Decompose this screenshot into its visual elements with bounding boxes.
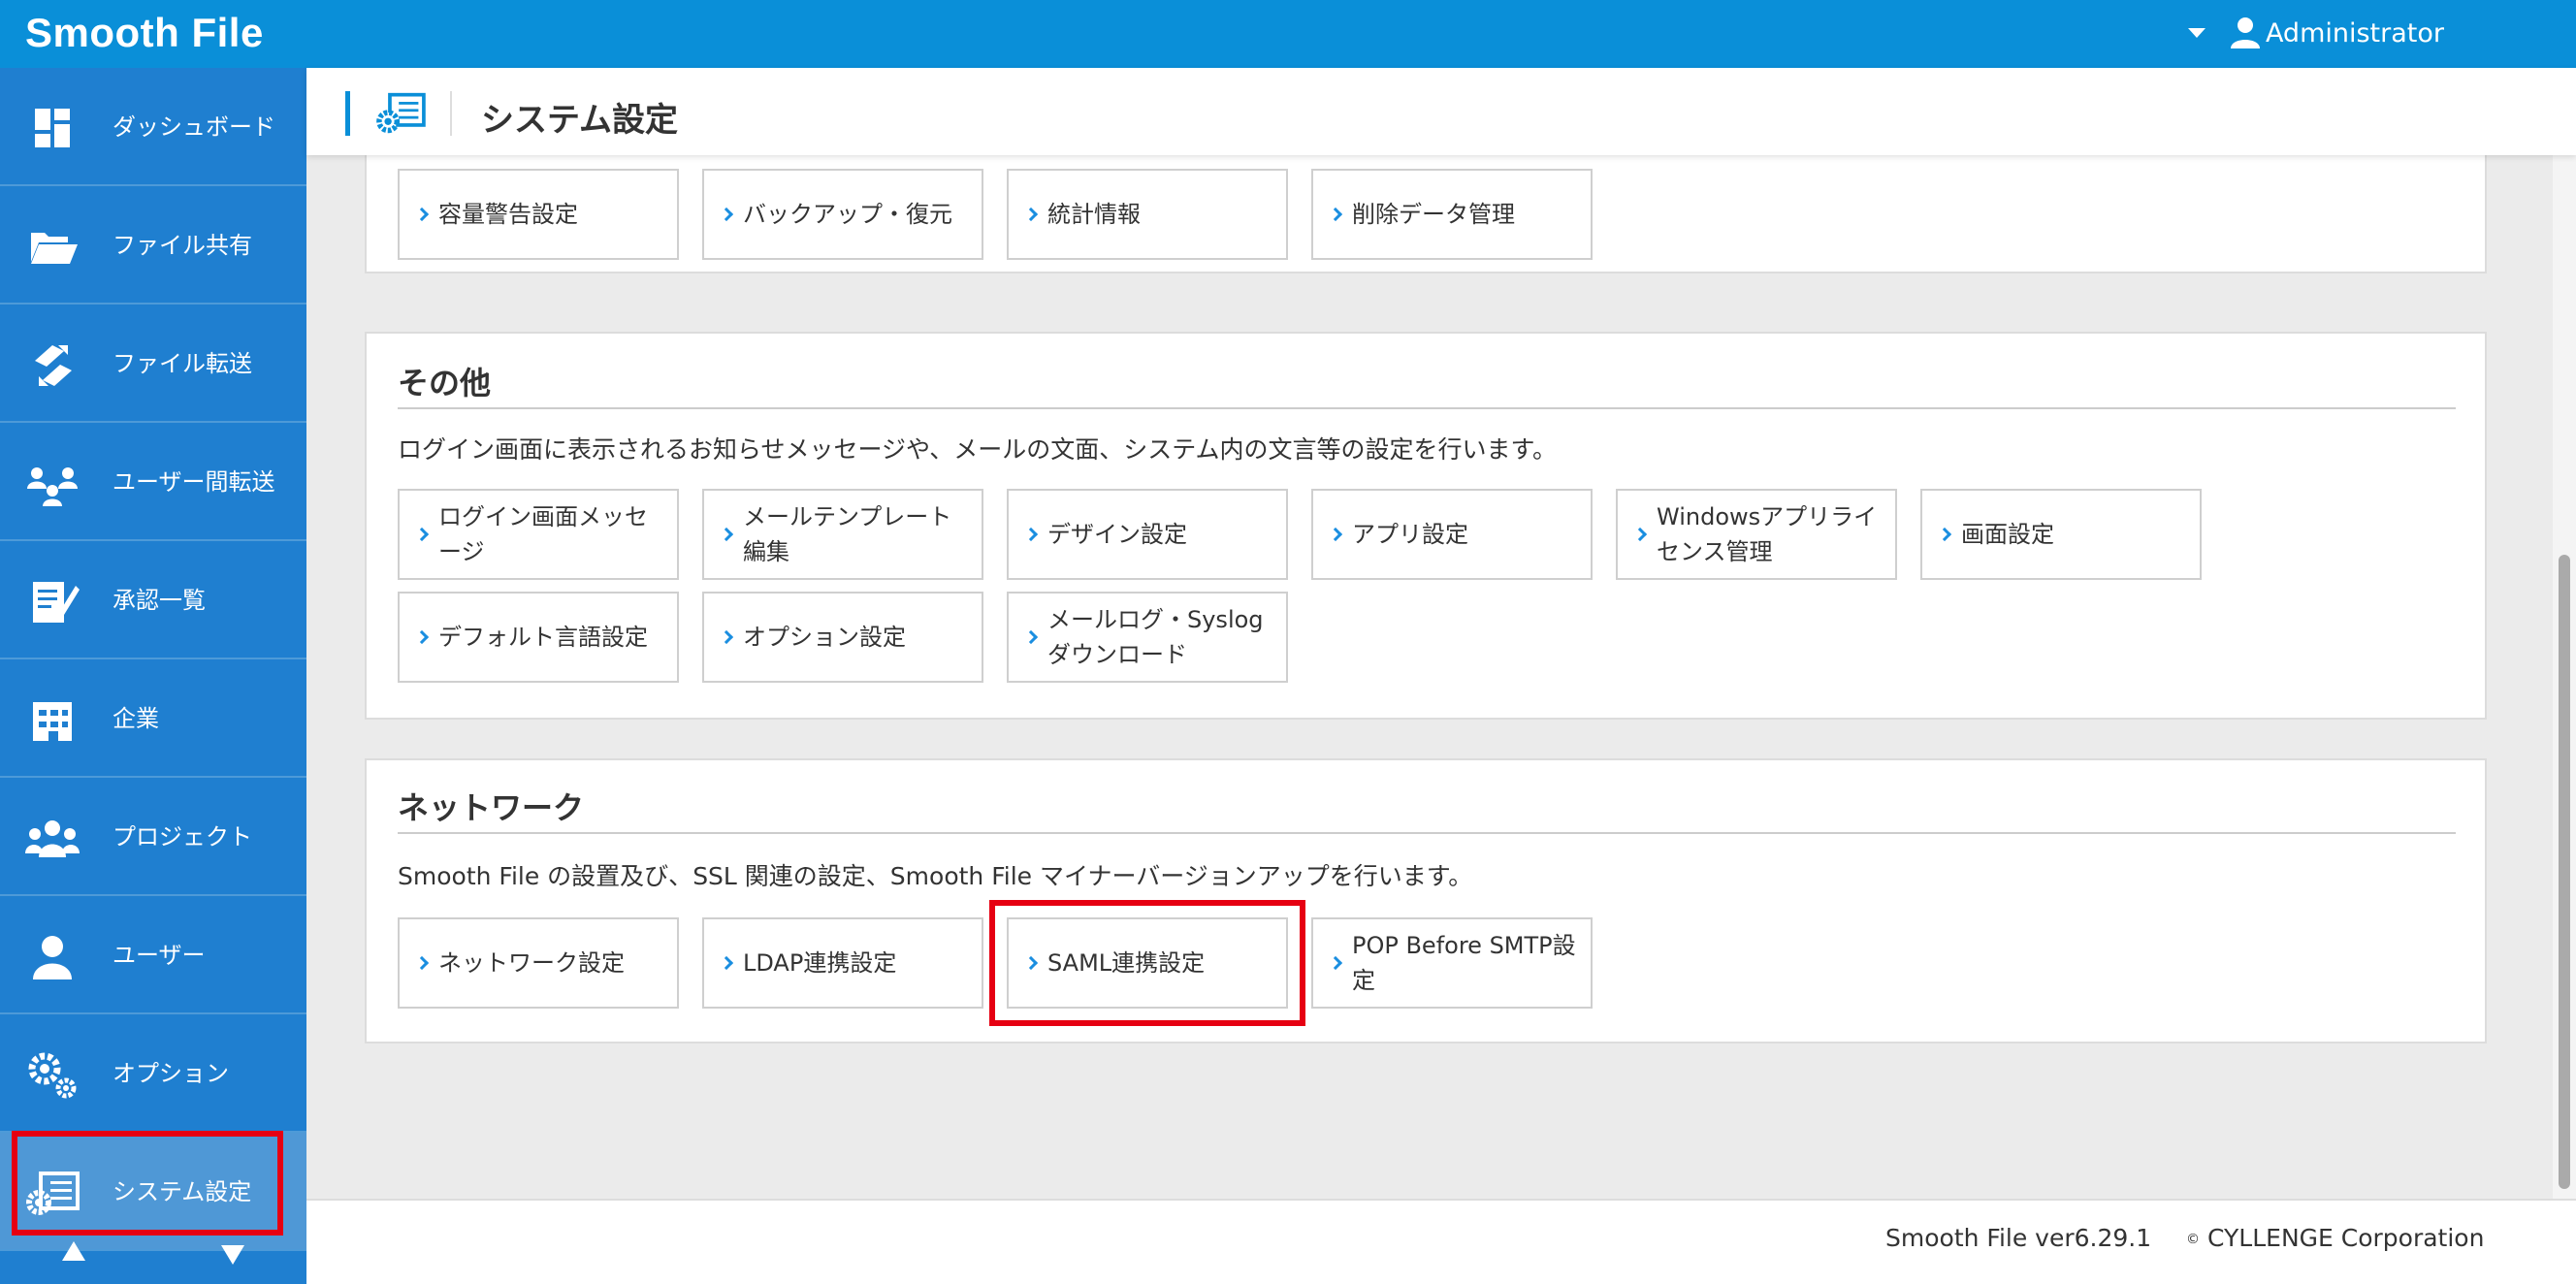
tile-design-settings[interactable]: デザイン設定 [1007,489,1288,580]
sidebar-item-label: 承認一覧 [113,587,206,614]
tile-default-language[interactable]: デフォルト言語設定 [398,592,679,683]
chevron-right-icon [1328,955,1343,971]
sidebar-item-label: ファイル転送 [113,350,252,377]
chevron-right-icon [414,207,430,222]
sidebar-scroll-down-icon[interactable] [221,1245,244,1265]
sidebar-item-option[interactable]: オプション [0,1014,306,1133]
chevron-right-icon [719,207,734,222]
chevron-right-icon [1328,207,1343,222]
sidebar-item-user-transfer[interactable]: ユーザー間転送 [0,423,306,541]
sidebar-item-file-transfer[interactable]: ファイル転送 [0,305,306,423]
sidebar-item-approval-list[interactable]: 承認一覧 [0,541,306,659]
tile-screen-settings[interactable]: 画面設定 [1920,489,2202,580]
chevron-right-icon [719,955,734,971]
copyright-holder: CYLLENGE Corporation [2207,1224,2485,1252]
page-title: システム設定 [481,101,678,140]
sidebar-item-label: ファイル共有 [113,232,252,259]
sidebar-item-label: プロジェクト [113,823,252,851]
footer: Smooth File ver6.29.1 © CYLLENGE Corporat… [306,1199,2576,1284]
section-description: Smooth File の設置及び、SSL 関連の設定、Smooth File … [398,862,1473,890]
chevron-right-icon [414,955,430,971]
caret-down-icon[interactable] [2187,28,2206,38]
chevron-right-icon [1023,527,1039,542]
user-icon [33,936,72,979]
page-header: システム設定 [306,68,2576,155]
tile-login-message[interactable]: ログイン画面メッセージ [398,489,679,580]
copyright-symbol: © [2186,1232,2200,1247]
copyright-text: © CYLLENGE Corporation [2186,1224,2484,1252]
tile-capacity-warning[interactable]: 容量警告設定 [398,169,679,260]
sidebar: ダッシュボード ファイル共有 ファイル転送 ユーザー間転送 承認一覧 企業 プロ… [0,68,306,1284]
gears-icon [28,1052,77,1099]
scrollbar-thumb[interactable] [2559,555,2570,1189]
section-divider [398,407,2456,409]
sidebar-item-label: オプション [113,1060,229,1087]
sidebar-item-company[interactable]: 企業 [0,659,306,778]
chevron-right-icon [414,629,430,645]
app-logo[interactable]: Smooth File [25,10,264,56]
tile-network-settings[interactable]: ネットワーク設定 [398,917,679,1009]
panel-system: 容量警告設定 バックアップ・復元 統計情報 削除データ管理 [365,155,2487,273]
tile-deleted-data[interactable]: 削除データ管理 [1311,169,1593,260]
sidebar-item-label: 企業 [113,705,159,732]
project-group-icon [25,820,80,857]
panel-other: その他 ログイン画面に表示されるお知らせメッセージや、メールの文面、システム内の… [365,332,2487,720]
tile-option-settings[interactable]: オプション設定 [702,592,983,683]
file-transfer-icon [35,345,72,386]
highlight-box-sidebar [12,1131,283,1236]
sidebar-item-label: ダッシュボード [113,113,275,141]
folder-open-icon [31,233,78,264]
tile-backup-restore[interactable]: バックアップ・復元 [702,169,983,260]
section-title: その他 [398,365,492,401]
chevron-right-icon [1023,629,1039,645]
tile-maillog-syslog-download[interactable]: メールログ・Syslogダウンロード [1007,592,1288,683]
tile-windows-app-license[interactable]: Windowsアプリライセンス管理 [1616,489,1897,580]
dashboard-icon [35,109,70,147]
approval-list-icon [33,582,80,623]
highlight-box-saml [989,900,1305,1026]
tile-pop-before-smtp[interactable]: POP Before SMTP設定 [1311,917,1593,1009]
main-content: 容量警告設定 バックアップ・復元 統計情報 削除データ管理 その他 ログイン画面… [306,155,2553,1199]
chevron-right-icon [1632,527,1648,542]
chevron-right-icon [1937,527,1952,542]
top-bar: Smooth File Administrator [0,0,2576,68]
tile-statistics[interactable]: 統計情報 [1007,169,1288,260]
tile-app-settings[interactable]: アプリ設定 [1311,489,1593,580]
user-menu[interactable]: Administrator [2187,16,2444,50]
sidebar-item-label: ユーザー [113,942,206,969]
sidebar-item-project[interactable]: プロジェクト [0,778,306,896]
sidebar-item-file-share[interactable]: ファイル共有 [0,186,306,305]
header-accent-bar [345,91,350,136]
sidebar-item-dashboard[interactable]: ダッシュボード [0,68,306,186]
chevron-right-icon [414,527,430,542]
chevron-right-icon [719,629,734,645]
sidebar-item-label: ユーザー間転送 [113,468,275,496]
user-name[interactable]: Administrator [2266,18,2444,48]
vertical-scrollbar[interactable] [2553,155,2576,1199]
chevron-right-icon [1023,207,1039,222]
user-avatar-icon [2230,17,2260,48]
chevron-right-icon [719,527,734,542]
sidebar-item-user[interactable]: ユーザー [0,896,306,1014]
version-text: Smooth File ver6.29.1 [1885,1224,2152,1252]
company-building-icon [33,702,72,741]
system-settings-icon [376,92,426,134]
chevron-right-icon [1328,527,1343,542]
tile-mail-template[interactable]: メールテンプレート編集 [702,489,983,580]
header-separator [450,91,452,136]
user-transfer-icon [27,467,78,506]
section-title: ネットワーク [398,789,585,826]
tile-ldap-settings[interactable]: LDAP連携設定 [702,917,983,1009]
section-description: ログイン画面に表示されるお知らせメッセージや、メールの文面、システム内の文言等の… [398,435,1558,464]
section-divider [398,832,2456,834]
sidebar-scroll-up-icon[interactable] [62,1241,85,1261]
panel-network: ネットワーク Smooth File の設置及び、SSL 関連の設定、Smoot… [365,758,2487,1043]
